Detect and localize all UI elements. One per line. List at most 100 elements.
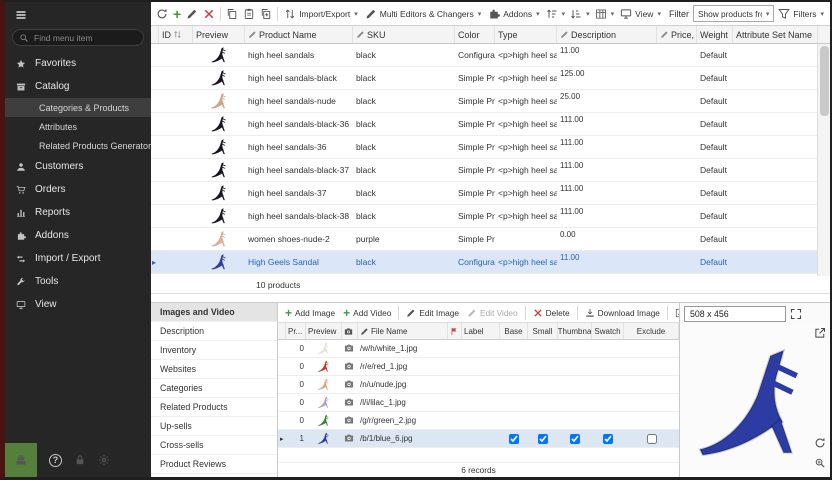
columns-menu[interactable]: ▾ [593, 4, 617, 24]
exclude-checkbox[interactable] [647, 434, 657, 444]
lock-icon[interactable] [74, 454, 86, 466]
tab-categories[interactable]: Categories [151, 379, 277, 398]
grid-scrollbar[interactable] [817, 44, 830, 276]
sidebar-item-favorites[interactable]: Favorites [5, 52, 151, 75]
sidebar-item-attributes[interactable]: Attributes [5, 117, 151, 136]
product-row[interactable]: high heel sandals-blackblackSimple Produ… [151, 67, 830, 90]
column-header-color[interactable]: Color [455, 26, 495, 43]
sidebar-item-catalog[interactable]: Catalog [5, 75, 151, 98]
sidebar-item-addons[interactable]: Addons [5, 224, 151, 247]
image-column-header-thumbnail[interactable]: Thumbna [558, 323, 592, 339]
sidebar-item-tools[interactable]: Tools [5, 270, 151, 293]
sidebar-item-import-export[interactable]: Import / Export [5, 247, 151, 270]
add-image-button[interactable]: +Add Image [282, 307, 338, 319]
product-row[interactable]: high heel sandals-black-36blackSimple Pr… [151, 113, 830, 136]
image-column-header-preview[interactable]: Preview [306, 323, 342, 339]
image-size-field[interactable]: 508 x 456 [684, 306, 786, 322]
image-row[interactable]: 0/w/h/white_1.jpg [278, 340, 679, 358]
download-image-button[interactable]: Download Image [582, 308, 663, 318]
tab-cross-sells[interactable]: Cross-sells [151, 436, 277, 455]
image-row[interactable]: 0/l/i/lilac_1.jpg [278, 394, 679, 412]
tab-inventory[interactable]: Inventory [151, 341, 277, 360]
refresh-button[interactable] [154, 4, 170, 24]
delete-product-button[interactable] [201, 4, 217, 24]
image-column-header-expander[interactable] [278, 323, 286, 339]
view-menu[interactable]: View▾ [617, 4, 664, 24]
image-row[interactable]: 0/r/e/red_1.jpg [278, 358, 679, 376]
filters-menu[interactable]: Filters▾ [775, 4, 827, 24]
column-header-preview[interactable]: Preview [193, 26, 245, 43]
product-row[interactable]: women shoes-nude-2purpleSimple Product0.… [151, 228, 830, 251]
sort-asc-menu[interactable]: ▾ [544, 4, 568, 24]
image-column-header-file-name[interactable]: File Name [358, 323, 448, 339]
base-checkbox[interactable] [509, 434, 519, 444]
store-button[interactable] [5, 443, 37, 477]
zoom-in-icon[interactable] [814, 457, 826, 469]
help-icon[interactable]: ? [49, 454, 62, 467]
duplicate-button[interactable] [258, 4, 274, 24]
sidebar-item-view[interactable]: View [5, 293, 151, 316]
column-header-type[interactable]: Type [495, 26, 557, 43]
image-column-header-flag[interactable] [448, 323, 462, 339]
image-column-header-exclude[interactable]: Exclude [624, 323, 679, 339]
image-row[interactable]: ▸1/b/1/blue_6.jpg [278, 430, 679, 448]
sidebar-item-customers[interactable]: Customers [5, 155, 151, 178]
column-header-attribute-set-name[interactable]: Attribute Set Name [733, 26, 818, 43]
column-header-description[interactable]: Description [557, 26, 657, 43]
multi-editors-menu[interactable]: Multi Editors & Changers▾ [362, 4, 485, 24]
sort-desc-menu[interactable]: ▾ [568, 4, 592, 24]
category-filter-select[interactable]: Show products from selected categories▾ [693, 5, 774, 22]
sidebar-item-related-products-generator[interactable]: Related Products Generator [5, 136, 151, 155]
rotate-icon[interactable] [814, 437, 826, 449]
add-video-button[interactable]: +Add Video [340, 307, 394, 319]
product-row[interactable]: high heel sandals-36blackSimple Product<… [151, 136, 830, 159]
small-checkbox[interactable] [538, 434, 548, 444]
paste-button[interactable] [241, 4, 257, 24]
image-row[interactable]: 0/n/u/nude.jpg [278, 376, 679, 394]
column-header-sku[interactable]: SKU [353, 26, 455, 43]
column-header-expander[interactable] [151, 26, 159, 43]
tab-up-sells[interactable]: Up-sells [151, 417, 277, 436]
tab-description[interactable]: Description [151, 322, 277, 341]
fullscreen-icon[interactable] [790, 308, 802, 320]
edit-product-button[interactable] [184, 4, 200, 24]
column-header-price[interactable]: Price, [657, 26, 697, 43]
image-column-header-priority[interactable]: Pr... [286, 323, 306, 339]
menu-search-input[interactable] [34, 33, 137, 43]
tab-images-and-video[interactable]: Images and Video [151, 303, 277, 322]
product-row[interactable]: high heel sandals-37blackSimple Product<… [151, 182, 830, 205]
copy-button[interactable] [224, 4, 240, 24]
column-header-product-name[interactable]: Product Name [245, 26, 353, 43]
product-row[interactable]: ▸High Geels SandalblackConfigurable Prod… [151, 251, 830, 274]
sidebar-item-categories-and-products[interactable]: Categories & Products [5, 98, 151, 117]
thumbnail-checkbox[interactable] [570, 434, 580, 444]
column-header-id[interactable]: ID [159, 26, 193, 43]
addons-menu[interactable]: Addons▾ [485, 4, 542, 24]
product-row[interactable]: high heel sandalsblackConfigurable Produ… [151, 44, 830, 67]
edit-video-button[interactable]: Edit Video [464, 308, 521, 318]
delete-image-button[interactable]: Delete [530, 308, 573, 318]
image-column-header-swatch[interactable]: Swatch [592, 323, 624, 339]
open-external-icon[interactable] [814, 327, 826, 339]
tab-related-products[interactable]: Related Products [151, 398, 277, 417]
image-column-header-label[interactable]: Label [462, 323, 500, 339]
image-row[interactable]: 0/g/r/green_2.jpg [278, 412, 679, 430]
add-product-button[interactable]: + [171, 4, 183, 24]
column-header-weight[interactable]: Weight [697, 26, 733, 43]
image-column-header-camera[interactable] [342, 323, 358, 339]
settings-gear-icon[interactable] [98, 454, 110, 466]
tab-product-reviews[interactable]: Product Reviews [151, 455, 277, 474]
image-column-header-base[interactable]: Base [500, 323, 528, 339]
sidebar-item-orders[interactable]: Orders [5, 178, 151, 201]
product-row[interactable]: high heel sandals-black-37blackSimple Pr… [151, 159, 830, 182]
scrollbar-thumb[interactable] [820, 46, 829, 116]
import-export-menu[interactable]: Import/Export▾ [281, 4, 361, 24]
tab-websites[interactable]: Websites [151, 360, 277, 379]
set-resize-rule-button[interactable]: Set Resize Rule▾ [672, 308, 679, 318]
image-column-header-small[interactable]: Small [528, 323, 558, 339]
sidebar-item-reports[interactable]: Reports [5, 201, 151, 224]
swatch-checkbox[interactable] [603, 434, 613, 444]
edit-image-button[interactable]: Edit Image [403, 308, 462, 318]
menu-search[interactable] [12, 29, 144, 46]
menu-icon[interactable] [15, 9, 27, 21]
